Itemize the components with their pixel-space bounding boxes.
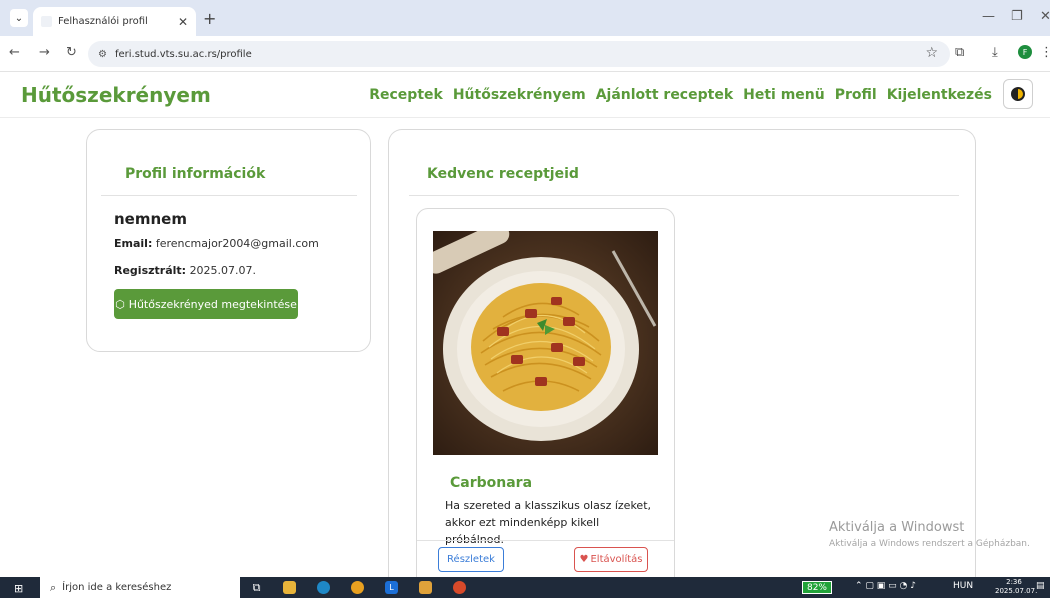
email-line: Email: ferencmajor2004@gmail.com <box>114 237 319 250</box>
recipe-remove-label: Eltávolítás <box>590 554 643 565</box>
site-navbar: Hűtőszekrényem Receptek Hűtőszekrényem A… <box>0 72 1050 118</box>
divider <box>101 195 357 196</box>
registered-line: Regisztrált: 2025.07.07. <box>114 264 256 277</box>
browser-profile-avatar[interactable]: F <box>1018 45 1032 59</box>
activation-watermark-title: Aktiválja a Windowst <box>829 520 965 535</box>
tray-icons[interactable]: ⌃ ▢ ▣ ▭ ◔ ♪ <box>855 581 916 591</box>
chrome-icon[interactable] <box>351 581 364 594</box>
url-text: feri.stud.vts.su.ac.rs/profile <box>114 48 252 60</box>
brand-logo[interactable]: Hűtőszekrényem <box>21 83 211 107</box>
restore-icon[interactable]: ❐ <box>1011 9 1023 24</box>
extensions-icon[interactable]: ⧉ <box>955 45 964 60</box>
site-info-icon[interactable]: ⚙ <box>98 49 107 60</box>
view-fridge-button[interactable]: ⬡ Hűtőszekrényed megtekintése <box>114 289 298 319</box>
forward-icon[interactable]: → <box>39 45 50 60</box>
close-window-icon[interactable]: ✕ <box>1040 9 1050 24</box>
clock-time: 2:36 <box>1006 578 1022 586</box>
view-fridge-label: Hűtőszekrényed megtekintése <box>128 297 297 311</box>
address-bar-row: ← → ↻ ⚙ feri.stud.vts.su.ac.rs/profile ☆… <box>0 36 1050 72</box>
theme-toggle-icon <box>1011 87 1025 101</box>
nav-link-heti-menu[interactable]: Heti menü <box>743 87 825 103</box>
favorites-heading: Kedvenc receptjeid <box>427 166 579 182</box>
tab-title: Felhasználói profil <box>58 16 148 27</box>
notifications-icon[interactable]: ▤ <box>1036 581 1045 591</box>
favicon-icon <box>41 16 52 27</box>
minimize-icon[interactable]: — <box>982 9 995 24</box>
address-bar[interactable]: ⚙ feri.stud.vts.su.ac.rs/profile ☆ <box>88 41 950 67</box>
registered-value: 2025.07.07. <box>189 264 257 277</box>
nav-link-hutoszekrenyem[interactable]: Hűtőszekrényem <box>453 87 586 103</box>
reload-icon[interactable]: ↻ <box>66 45 77 60</box>
email-value: ferencmajor2004@gmail.com <box>155 237 319 250</box>
activation-watermark-subtitle: Aktiválja a Windows rendszert a Gépházba… <box>829 539 1030 549</box>
taskbar-search-placeholder: Írjon ide a kereséshez <box>62 582 172 593</box>
theme-toggle-button[interactable] <box>1003 79 1033 109</box>
edge-icon[interactable] <box>317 581 330 594</box>
recipe-card: Carbonara Ha szereted a klasszikus olasz… <box>416 208 675 598</box>
browser-tab[interactable]: Felhasználói profil ✕ <box>33 7 196 36</box>
back-icon[interactable]: ← <box>9 45 20 60</box>
tab-search-icon[interactable]: ⌄ <box>10 9 28 27</box>
nav-link-ajanlott-receptek[interactable]: Ajánlott receptek <box>596 87 733 103</box>
menu-icon[interactable]: ⋮ <box>1040 45 1050 60</box>
new-tab-icon[interactable]: + <box>203 9 216 28</box>
app-red-icon[interactable] <box>453 581 466 594</box>
nav-link-profil[interactable]: Profil <box>835 87 877 103</box>
task-view-icon[interactable]: ⧉ <box>250 581 263 594</box>
email-label: Email: <box>114 237 153 250</box>
language-indicator[interactable]: HUN <box>953 581 973 591</box>
registered-label: Regisztrált: <box>114 264 187 277</box>
taskbar-search[interactable]: ⌕ Írjon ide a kereséshez <box>40 577 240 598</box>
username: nemnem <box>114 210 187 228</box>
windows-taskbar: ⊞ ⌕ Írjon ide a kereséshez ⧉ L 82% ⌃ ▢ ▣… <box>0 577 1050 598</box>
browser-tab-strip: ⌄ Felhasználói profil ✕ + — ❐ ✕ <box>0 0 1050 36</box>
file-explorer-icon[interactable] <box>283 581 296 594</box>
nav-links: Receptek Hűtőszekrényem Ajánlott recepte… <box>369 87 992 103</box>
recipe-details-button[interactable]: Részletek <box>438 547 504 572</box>
nav-link-receptek[interactable]: Receptek <box>369 87 443 103</box>
recipe-image <box>433 231 658 455</box>
divider <box>409 195 959 196</box>
app-l-icon[interactable]: L <box>385 581 398 594</box>
recipe-name[interactable]: Carbonara <box>450 475 532 491</box>
app-icon[interactable] <box>419 581 432 594</box>
recipe-remove-button[interactable]: ♥ Eltávolítás <box>574 547 648 572</box>
nav-link-kijelentkezes[interactable]: Kijelentkezés <box>887 87 992 103</box>
profile-info-heading: Profil információk <box>125 166 266 182</box>
profile-info-card: Profil információk nemnem Email: ferencm… <box>86 129 371 352</box>
windows-start-icon[interactable]: ⊞ <box>14 582 23 595</box>
heart-icon: ♥ <box>579 554 589 565</box>
clock-date: 2025.07.07. <box>995 587 1038 595</box>
battery-indicator[interactable]: 82% <box>802 581 832 594</box>
clock[interactable]: 2:36 2025.07.07. <box>995 578 1038 596</box>
bookmark-star-icon[interactable]: ☆ <box>925 45 938 61</box>
search-icon: ⌕ <box>50 580 57 594</box>
download-icon[interactable]: ⤓ <box>992 45 998 60</box>
tab-close-icon[interactable]: ✕ <box>178 15 188 29</box>
box-icon: ⬡ <box>115 297 125 311</box>
